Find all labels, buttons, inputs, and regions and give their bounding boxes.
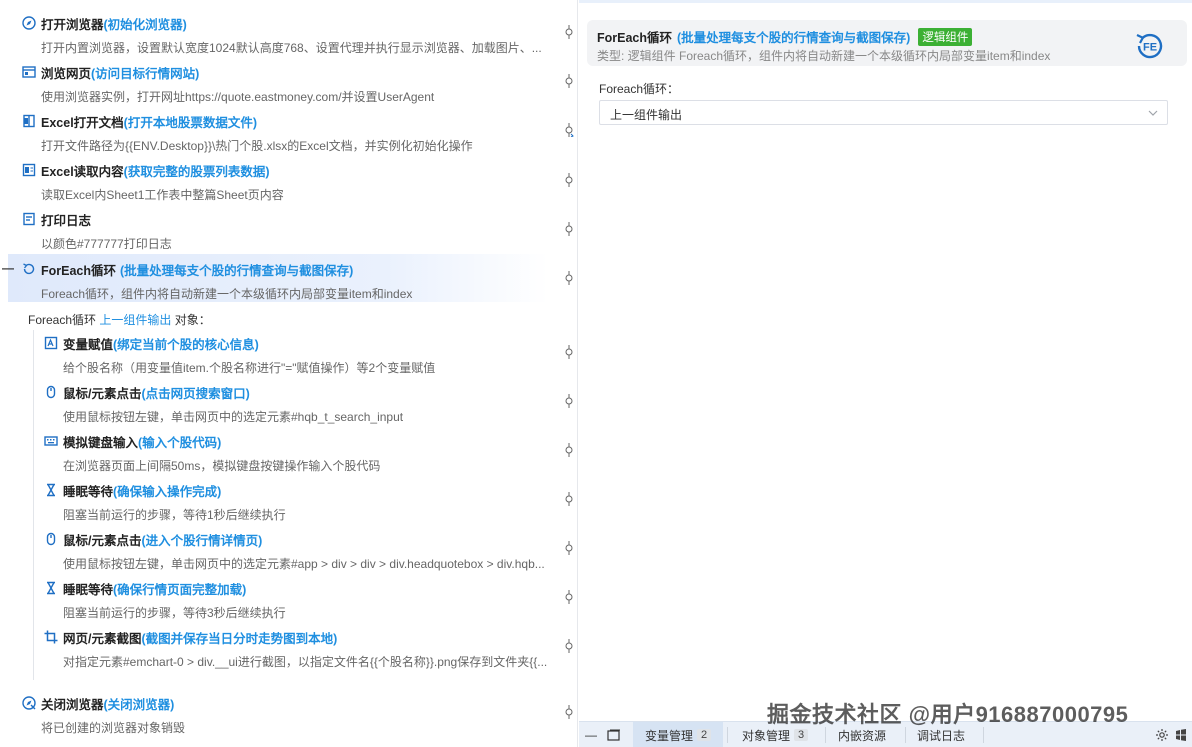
flow-panel: 打开浏览器 (初始化浏览器) 打开内置浏览器，设置默认宽度1024默认高度768、… [0,0,578,747]
step-desc: 阻塞当前运行的步骤，等待1秒后继续执行 [63,508,286,522]
component-title: ForEach循环 (批量处理每支个股的行情查询与截图保存) 逻辑组件 [597,27,973,46]
variable-count-badge: 2 [697,729,712,741]
step-title: 打印日志 [22,210,91,228]
loop-source-link[interactable]: 上一组件输出 [99,313,171,327]
flow-step-click-detail[interactable]: 鼠标/元素点击 (进入个股行情详情页) 使用鼠标按钮左键，单击网页中的选定元素#a… [8,524,548,572]
log-icon [23,212,35,226]
chevron-down-icon [1148,110,1158,116]
flow-step-click-search[interactable]: 鼠标/元素点击 (点击网页搜索窗口) 使用鼠标按钮左键，单击网页中的选定元素#hq… [8,377,548,425]
step-desc: 给个股名称（用变量值item.个股名称进行"="赋值操作）等2个变量赋值 [63,361,436,375]
keyboard-icon [44,436,58,446]
tab-divider [825,727,826,743]
minimize-button[interactable]: — [585,728,597,742]
step-desc: Foreach循环，组件内将自动新建一个本级循环内局部变量item和index [41,287,413,301]
step-title: 模拟键盘输入 (输入个股代码) [44,432,221,450]
browser-window-icon [22,66,36,78]
step-desc: 使用浏览器实例，打开网址https://quote.eastmoney.com/… [41,90,435,104]
connector-handle[interactable] [564,271,574,285]
connector-handle[interactable] [564,222,574,236]
connector-handle[interactable] [564,590,574,604]
connector-handle[interactable] [564,541,574,555]
flow-step-close-browser[interactable]: 关闭浏览器 (关闭浏览器) 将已创建的浏览器对象销毁 [8,688,548,736]
step-title: Excel打开文档 (打开本地股票数据文件) [22,112,257,130]
app-window: 打开浏览器 (初始化浏览器) 打开内置浏览器，设置默认宽度1024默认高度768、… [0,0,1192,747]
object-count-badge: 3 [794,729,809,741]
window-icon[interactable] [1175,728,1187,742]
step-title: 鼠标/元素点击 (点击网页搜索窗口) [44,383,250,401]
step-title: ForEach循环 (批量处理每支个股的行情查询与截图保存) [22,260,353,278]
step-desc: 阻塞当前运行的步骤，等待3秒后继续执行 [63,606,286,620]
step-title: 变量赋值 (绑定当前个股的核心信息) [44,334,259,352]
flow-step-excel-open[interactable]: Excel打开文档 (打开本地股票数据文件) 打开文件路径为{{ENV.Deskt… [8,106,548,154]
connector-handle[interactable] [564,639,574,653]
watermark: 掘金技术社区 @用户916887000795 [767,702,1129,727]
flow-step-sleep-3[interactable]: 睡眠等待 (确保行情页面完整加载) 阻塞当前运行的步骤，等待3秒后继续执行 [8,573,548,621]
step-title: 关闭浏览器 (关闭浏览器) [22,694,174,712]
step-title: 打开浏览器 (初始化浏览器) [22,14,187,32]
hourglass-icon [47,483,55,497]
step-title: 网页/元素截图 (截图并保存当日分时走势图到本地) [44,628,337,646]
select-value: 上一组件输出 [610,108,683,122]
connector-handle[interactable] [564,492,574,506]
step-desc: 读取Excel内Sheet1工作表中整篇Sheet页内容 [41,188,284,202]
mouse-icon [46,532,56,546]
flow-step-foreach[interactable]: — ForEach循环 (批量处理每支个股的行情查询与截图保存) Foreach循… [2,254,548,302]
step-desc: 打开文件路径为{{ENV.Desktop}}\热门个股.xlsx的Excel文档… [41,139,473,153]
flow-step-keyboard-input[interactable]: 模拟键盘输入 (输入个股代码) 在浏览器页面上间隔50ms，模拟键盘按键操作输入个… [8,426,548,474]
logic-component-badge: 逻辑组件 [918,27,973,46]
connector-handle[interactable] [564,25,574,39]
step-title: 睡眠等待 (确保行情页面完整加载) [44,579,246,597]
excel-book-icon [23,114,35,128]
foreach-loop-icon: FE [1136,33,1163,59]
svg-text:FE: FE [1143,42,1157,54]
foreach-source-select[interactable]: 上一组件输出 [599,100,1168,125]
flow-step-excel-read[interactable]: Excel读取内容 (获取完整的股票列表数据) 读取Excel内Sheet1工作表… [8,155,548,203]
collapse-toggle[interactable]: — [2,261,14,275]
tab-divider [727,727,728,743]
flow-step-sleep-1[interactable]: 睡眠等待 (确保输入操作完成) 阻塞当前运行的步骤，等待1秒后继续执行 [8,475,548,523]
compass-icon [22,16,36,30]
connector-handle[interactable] [564,74,574,88]
component-type-desc: 类型: 逻辑组件 Foreach循环，组件内将自动新建一个本级循环内局部变量it… [597,49,1051,63]
connector-handle[interactable] [564,394,574,408]
flow-step-browse-page[interactable]: 浏览网页 (访问目标行情网站) 使用浏览器实例，打开网址https://quote… [8,57,548,105]
step-desc: 在浏览器页面上间隔50ms，模拟键盘按键操作输入个股代码 [63,459,381,473]
foreach-loop-label: Foreach循环 上一组件输出 对象： [28,313,211,327]
close-browser-icon [22,696,36,710]
step-desc: 使用鼠标按钮左键，单击网页中的选定元素#hqb_t_search_input [63,410,404,424]
connector-handle[interactable] [564,705,574,719]
flow-step-screenshot[interactable]: 网页/元素截图 (截图并保存当日分时走势图到本地) 对指定元素#emchart-0… [8,622,548,670]
step-desc: 使用鼠标按钮左键，单击网页中的选定元素#app > div > div > di… [63,557,545,571]
loop-icon [23,263,35,275]
property-panel: ForEach循环 (批量处理每支个股的行情查询与截图保存) 逻辑组件 类型: … [579,0,1192,720]
step-desc: 以颜色#777777打印日志 [41,237,172,251]
step-desc: 将已创建的浏览器对象销毁 [41,721,186,735]
step-title: 睡眠等待 (确保输入操作完成) [44,481,221,499]
settings-icon[interactable] [1155,728,1169,742]
restore-icon[interactable] [607,729,621,741]
tab-divider [983,727,984,743]
step-title: 浏览网页 (访问目标行情网站) [22,63,199,81]
flow-step-assign-variable[interactable]: 变量赋值 (绑定当前个股的核心信息) 给个股名称（用变量值item.个股名称进行"… [8,328,548,376]
step-desc: 对指定元素#emchart-0 > div.__ui进行截图，以指定文件名{{个… [63,655,548,669]
connector-handle[interactable] [564,345,574,359]
excel-read-icon [22,163,36,177]
tab-divider [905,727,906,743]
tab-variable-management[interactable]: 变量管理 2 [633,722,724,747]
step-title: 鼠标/元素点击 (进入个股行情详情页) [44,530,262,548]
component-info-card: ForEach循环 (批量处理每支个股的行情查询与截图保存) 逻辑组件 类型: … [587,20,1187,66]
foreach-field-label: Foreach循环： [599,82,680,96]
flow-step-print-log[interactable]: 打印日志 以颜色#777777打印日志 [8,204,548,252]
step-title: Excel读取内容 (获取完整的股票列表数据) [22,161,270,179]
connector-handle[interactable] [564,173,574,187]
variable-assign-icon [44,336,58,350]
step-desc: 打开内置浏览器，设置默认宽度1024默认高度768、设置代理并执行显示浏览器、加… [41,41,542,55]
mouse-icon [46,385,56,399]
connector-handle[interactable] [564,123,574,137]
connector-handle[interactable] [564,443,574,457]
flow-step-open-browser[interactable]: 打开浏览器 (初始化浏览器) 打开内置浏览器，设置默认宽度1024默认高度768、… [8,8,548,56]
panel-top-border [579,0,1192,3]
crop-icon [44,630,58,644]
hourglass-icon [47,581,55,595]
